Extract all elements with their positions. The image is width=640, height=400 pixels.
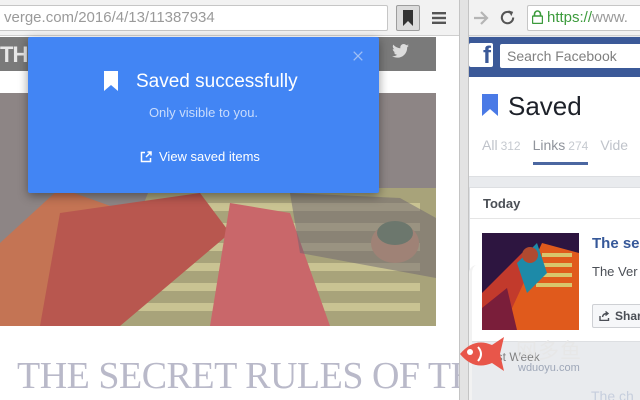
url-scheme: https:// xyxy=(547,9,593,26)
url-host: www. xyxy=(592,9,628,26)
reload-icon[interactable] xyxy=(499,9,516,26)
arrow-forward-icon[interactable] xyxy=(472,9,490,27)
external-link-icon xyxy=(140,150,152,162)
view-saved-items-label: View saved items xyxy=(159,149,260,164)
address-bar[interactable]: verge.com/2016/4/13/11387934 xyxy=(0,5,388,31)
facebook-top-bar: f Search Facebook xyxy=(469,37,640,77)
saved-popup: Saved successfully Only visible to you. … xyxy=(28,37,379,193)
bookmark-icon xyxy=(482,94,498,116)
tab-links-label: Links xyxy=(532,137,566,153)
thumbnail-image xyxy=(482,233,579,330)
lock-icon xyxy=(532,10,543,24)
tab-all[interactable]: All 312 xyxy=(482,137,521,153)
left-browser-window: verge.com/2016/4/13/11387934 TH THE SECR… xyxy=(0,0,459,400)
bookmark-icon xyxy=(104,71,118,91)
share-button[interactable]: Shar xyxy=(592,304,640,328)
tab-videos-label: Vide xyxy=(600,137,629,153)
tab-all-count: 312 xyxy=(500,139,521,153)
twitter-icon[interactable] xyxy=(392,44,409,58)
article-title: THE SECRET RULES OF THE xyxy=(17,355,459,397)
bookmark-extension-button[interactable] xyxy=(396,5,420,31)
view-saved-items-link[interactable]: View saved items xyxy=(140,149,260,164)
tab-links[interactable]: Links 274 xyxy=(532,137,589,165)
saved-heading: Saved xyxy=(508,91,582,121)
watermark-url: wduoyu.com xyxy=(518,362,580,374)
browser-toolbar: verge.com/2016/4/13/11387934 xyxy=(0,0,459,36)
saved-header-panel: Saved All 312 Links 274 Vide xyxy=(469,77,640,177)
facebook-logo-icon[interactable]: f xyxy=(469,43,493,67)
today-section: Today The se The Ver Shar xyxy=(469,187,640,342)
hamburger-menu-icon xyxy=(432,12,446,24)
saved-item-title[interactable]: The se xyxy=(592,235,640,252)
tab-links-count: 274 xyxy=(568,139,589,153)
browser-menu-button[interactable] xyxy=(430,8,448,28)
share-label: Shar xyxy=(615,309,640,323)
close-icon[interactable] xyxy=(353,51,363,61)
share-icon xyxy=(599,311,610,321)
tab-videos[interactable]: Vide xyxy=(600,137,628,153)
bookmark-icon xyxy=(403,10,413,26)
watermark: 网多鱼 wduoyu.com xyxy=(458,329,608,379)
facebook-search-input[interactable]: Search Facebook xyxy=(500,44,640,68)
popup-title: Saved successfully xyxy=(136,71,298,92)
saved-tabs: All 312 Links 274 Vide xyxy=(482,137,628,165)
saved-item-source: The Ver xyxy=(592,264,638,279)
watermark-text: 网多鱼 xyxy=(516,339,582,363)
browser-toolbar: https://www. xyxy=(469,0,640,36)
address-bar[interactable]: https://www. xyxy=(527,5,640,31)
saved-item-title-faded[interactable]: The ch xyxy=(591,388,634,400)
saved-item-thumbnail[interactable] xyxy=(482,233,579,330)
today-label: Today xyxy=(483,196,521,211)
tab-all-label: All xyxy=(482,137,498,153)
popup-subtitle: Only visible to you. xyxy=(148,105,259,120)
divider xyxy=(470,218,640,219)
fish-logo-icon xyxy=(460,337,504,371)
site-logo[interactable]: TH xyxy=(0,42,28,68)
